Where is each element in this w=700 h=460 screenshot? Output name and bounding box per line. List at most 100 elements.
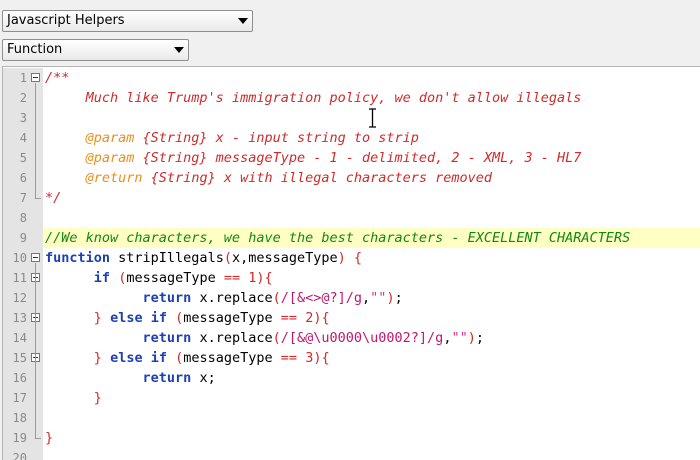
code-token: /[&@\u0000\u0002?]/g [280,330,444,346]
code-line[interactable]: 18 [3,408,700,428]
code-token: == [223,270,241,286]
code-text: } else if (messageType == 3){ [45,348,330,368]
code-token: */ [45,190,62,206]
code-editor[interactable]: 1 /** 2 Much like Trump's immigration poli… [2,66,700,460]
code-line[interactable]: 19} [3,428,700,448]
code-token: @param [45,150,135,166]
line-number: 10 [12,251,27,265]
line-number: 4 [19,131,27,145]
code-token: else if [110,350,167,366]
code-text: @return {String} x with illegal characte… [45,168,492,188]
code-token: ( [223,250,232,266]
chevron-down-icon [174,47,184,53]
fold-toggle-icon[interactable] [31,253,40,262]
code-line[interactable]: 8 [3,208,700,228]
gutter: 15 [3,348,43,368]
code-line[interactable]: 20 [3,448,700,460]
code-line[interactable]: 12 return x.replace(/[&<>@?]/g,""); [3,288,700,308]
code-line[interactable]: 1 /** [3,68,700,88]
code-token: "" [370,290,387,306]
code-token: x.replace [191,290,273,306]
helpers-dropdown[interactable]: Javascript Helpers [2,10,253,32]
code-token: ( [272,290,281,306]
code-line[interactable]: 9 //We know characters, we have the best … [3,228,700,248]
line-number: 9 [19,231,27,245]
code-token: @param [45,130,135,146]
chevron-down-icon [238,18,248,24]
line-number: 2 [19,91,27,105]
gutter: 6 [3,168,43,188]
code-token: if [93,270,111,286]
line-number: 3 [19,111,27,125]
code-token: ; [394,290,403,306]
code-line[interactable]: 14 return x.replace(/[&@\u0000\u0002?]/g… [3,328,700,348]
code-token: Much like Trump's immigration policy, we… [45,90,582,106]
fold-toggle-icon[interactable] [31,73,40,82]
fold-guide-end [35,438,41,439]
code-line[interactable]: 13 } else if (messageType == 2){ [3,308,700,328]
code-token: {String} messageType - 1 - delimited, 2 … [134,150,582,166]
text-cursor-icon [369,108,376,128]
code-line[interactable]: 4 @param {String} x - input string to st… [3,128,700,148]
line-number: 11 [12,271,27,285]
code-line[interactable]: 5 @param {String} messageType - 1 - deli… [3,148,700,168]
code-line[interactable]: 2 Much like Trump's immigration policy, … [3,88,700,108]
code-token: return [142,330,192,346]
code-token: == [280,310,298,326]
code-token: messageType [183,310,281,326]
code-token: return [142,290,192,306]
code-text: if (messageType == 1){ [45,268,273,288]
line-number: 13 [12,311,27,325]
code-text: return x.replace(/[&<>@?]/g,""); [45,288,403,308]
code-token: messageType [126,270,224,286]
gutter: 18 [3,408,43,428]
code-line[interactable]: 7 */ [3,188,700,208]
code-token: {String} x - input string to strip [134,130,419,146]
code-token: ; [475,330,484,346]
code-text: return x.replace(/[&@\u0000\u0002?]/g,""… [45,328,484,348]
gutter: 9 [3,228,43,248]
code-line[interactable]: 17 } [3,388,700,408]
code-token: ) { [337,250,363,266]
code-token: stripIllegals [110,250,224,266]
code-line[interactable]: 15 } else if (messageType == 3){ [3,348,700,368]
code-token: ) [386,290,395,306]
fold-guide [35,263,36,438]
code-token: 3){ [305,350,330,366]
line-number: 12 [12,291,27,305]
code-token: == [280,350,298,366]
code-line[interactable]: 3 [3,108,700,128]
line-number: 14 [12,331,27,345]
code-token: 2){ [305,310,330,326]
gutter: 11 [3,268,43,288]
code-token: //We know characters, we have the best c… [45,230,631,246]
code-text: return x; [45,368,216,388]
code-token: else if [110,310,167,326]
gutter: 5 [3,148,43,168]
line-number: 15 [12,351,27,365]
gutter: 13 [3,308,43,328]
code-token: return [142,370,192,386]
code-line[interactable]: 6 @return {String} x with illegal charac… [3,168,700,188]
code-token: x; [191,370,216,386]
function-dropdown[interactable]: Function [2,39,189,61]
code-line[interactable]: 16 return x; [3,368,700,388]
code-text: /** [45,68,69,88]
gutter: 17 [3,388,43,408]
code-text: } [45,388,102,408]
code-text: //We know characters, we have the best c… [45,228,630,248]
code-text: function stripIllegals(x,messageType) { [45,248,362,268]
code-line[interactable]: 11 if (messageType == 1){ [3,268,700,288]
code-line[interactable]: 10 function stripIllegals(x,messageType) … [3,248,700,268]
code-token: } [93,350,102,366]
line-number: 16 [12,371,27,385]
code-text: } else if (messageType == 2){ [45,308,330,328]
code-token: ( [272,330,281,346]
gutter: 1 [3,68,43,88]
